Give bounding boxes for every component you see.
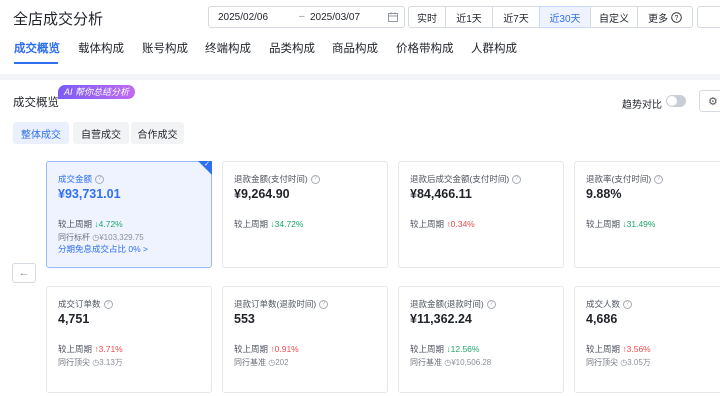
segment-overall[interactable]: 整体成交: [13, 122, 69, 144]
segment-self-operated[interactable]: 自营成交: [73, 122, 129, 144]
help-icon[interactable]: ?: [623, 299, 633, 309]
gear-icon: ⚙: [708, 96, 718, 108]
section-title: 成交概览: [13, 97, 59, 109]
metric-card-orders[interactable]: 成交订单数? 4,751 较上周期 ↑3.71% 同行顶尖 ◷3.13万: [46, 286, 212, 393]
top-header: 全店成交分析 2025/02/06 – 2025/03/07 实时 近1天 近7…: [0, 0, 720, 74]
metric-value: ¥93,731.01: [58, 187, 121, 201]
segment-partner[interactable]: 合作成交: [131, 122, 184, 144]
check-icon: ✓: [204, 161, 210, 168]
metric-label: 退款后成交金额(支付时间)?: [410, 173, 522, 185]
tab-overview[interactable]: 成交概览: [14, 40, 60, 56]
date-range-picker[interactable]: 2025/02/06 – 2025/03/07: [208, 6, 405, 28]
metric-compare: 较上周期 ↑3.71%: [58, 344, 123, 354]
tab-account[interactable]: 账号构成: [142, 40, 188, 56]
help-icon[interactable]: ?: [654, 174, 664, 184]
metric-value: 9.88%: [586, 187, 622, 201]
period-custom-button[interactable]: 自定义: [590, 6, 638, 28]
metric-card-net-gmv[interactable]: 退款后成交金额(支付时间)? ¥84,466.11 较上周期 ↑0.34%: [398, 161, 564, 268]
page-title: 全店成交分析: [13, 11, 104, 28]
date-start[interactable]: 2025/02/06: [218, 12, 268, 23]
metric-compare: 较上周期 ↑0.91%: [234, 344, 299, 354]
arrow-left-icon: ←: [18, 267, 30, 279]
prev-arrow-button[interactable]: ←: [12, 263, 36, 283]
metric-compare: 较上周期 ↓34.72%: [234, 219, 304, 229]
tab-bar: 成交概览 载体构成 账号构成 终端构成 品类构成 商品构成 价格带构成 人群构成: [0, 36, 720, 66]
metric-value: 4,751: [58, 312, 90, 326]
tab-price-band[interactable]: 价格带构成: [396, 40, 454, 56]
metric-label: 退款订单数(退款时间)?: [234, 298, 329, 310]
metric-card-refund-amount-refund[interactable]: 退款金额(退款时间)? ¥11,362.24 较上周期 ↓12.56% 同行基准…: [398, 286, 564, 393]
period-7day-button[interactable]: 近7天: [492, 6, 540, 28]
help-icon[interactable]: ?: [319, 299, 329, 309]
help-icon[interactable]: ?: [512, 174, 522, 184]
overview-panel: 成交概览 AI 帮你总结分析 趋势对比 ⚙ 整体成交 自营成交 合作成交 ← ✓…: [0, 80, 720, 396]
metric-peer: 同行顶尖 ◷3.13万: [58, 358, 123, 367]
tab-crowd[interactable]: 人群构成: [471, 40, 517, 56]
help-icon[interactable]: ?: [95, 174, 105, 184]
trend-compare-label: 趋势对比: [622, 100, 662, 111]
help-icon[interactable]: ?: [486, 299, 496, 309]
trend-compare-toggle[interactable]: [666, 95, 686, 107]
metric-peer: 同行基准 ◷¥10,506.28: [410, 358, 492, 367]
active-tab-indicator: [14, 62, 58, 64]
metric-card-refund-rate[interactable]: 退款率(支付时间)? 9.88% 较上周期 ↓31.49%: [574, 161, 720, 268]
settings-button[interactable]: ⚙: [699, 90, 720, 112]
metric-compare: 较上周期 ↓4.72%: [58, 219, 123, 229]
metric-label: 退款金额(退款时间)?: [410, 298, 496, 310]
tab-terminal[interactable]: 终端构成: [205, 40, 251, 56]
metric-label: 成交人数?: [586, 298, 633, 310]
more-label: 更多: [648, 13, 668, 25]
metric-label: 退款率(支付时间)?: [586, 173, 664, 185]
period-30day-button[interactable]: 近30天: [539, 6, 591, 28]
ai-summary-badge[interactable]: AI 帮你总结分析: [58, 85, 136, 99]
metric-compare: 较上周期 ↓12.56%: [410, 344, 480, 354]
metric-peer: 同行基准 ◷202: [234, 358, 289, 367]
tab-carrier[interactable]: 载体构成: [78, 40, 124, 56]
date-separator: –: [299, 11, 305, 22]
metric-compare: 较上周期 ↓31.49%: [586, 219, 656, 229]
metric-compare: 较上周期 ↑0.34%: [410, 219, 475, 229]
metric-value: ¥11,362.24: [410, 312, 472, 326]
metric-label: 退款金额(支付时间)?: [234, 173, 320, 185]
period-more-button[interactable]: 更多 ?: [637, 6, 693, 28]
metric-value: 553: [234, 312, 255, 326]
metric-value: 4,686: [586, 312, 618, 326]
metric-card-refund-orders[interactable]: 退款订单数(退款时间)? 553 较上周期 ↑0.91% 同行基准 ◷202: [222, 286, 388, 393]
metric-compare: 较上周期 ↑3.56%: [586, 344, 651, 354]
period-realtime-button[interactable]: 实时: [408, 6, 446, 28]
metric-label: 成交订单数?: [58, 298, 113, 310]
tab-product[interactable]: 商品构成: [332, 40, 378, 56]
metric-card-gmv[interactable]: ✓ 成交金额? ¥93,731.01 较上周期 ↓4.72% 同行标杆 ◷¥10…: [46, 161, 212, 268]
tab-category[interactable]: 品类构成: [269, 40, 315, 56]
help-icon[interactable]: ?: [310, 174, 320, 184]
metric-card-refund-amount-pay[interactable]: 退款金额(支付时间)? ¥9,264.90 较上周期 ↓34.72%: [222, 161, 388, 268]
calendar-icon: [388, 12, 398, 22]
metric-label: 成交金额?: [58, 173, 105, 185]
period-1day-button[interactable]: 近1天: [445, 6, 493, 28]
date-end[interactable]: 2025/03/07: [310, 12, 360, 23]
metric-value: ¥84,466.11: [410, 187, 472, 201]
metric-card-buyers[interactable]: 成交人数? 4,686 较上周期 ↑3.56% 同行顶尖 ◷3.05万: [574, 286, 720, 393]
help-icon[interactable]: ?: [103, 299, 113, 309]
metric-value: ¥9,264.90: [234, 187, 290, 201]
download-button[interactable]: [697, 6, 720, 28]
metric-peer: 同行标杆 ◷¥103,329.75: [58, 233, 144, 242]
installment-link[interactable]: 分期免息成交占比 0% >: [58, 243, 148, 255]
svg-text:?: ?: [675, 15, 679, 22]
metric-peer: 同行顶尖 ◷3.05万: [586, 358, 651, 367]
help-icon: ?: [671, 11, 682, 23]
